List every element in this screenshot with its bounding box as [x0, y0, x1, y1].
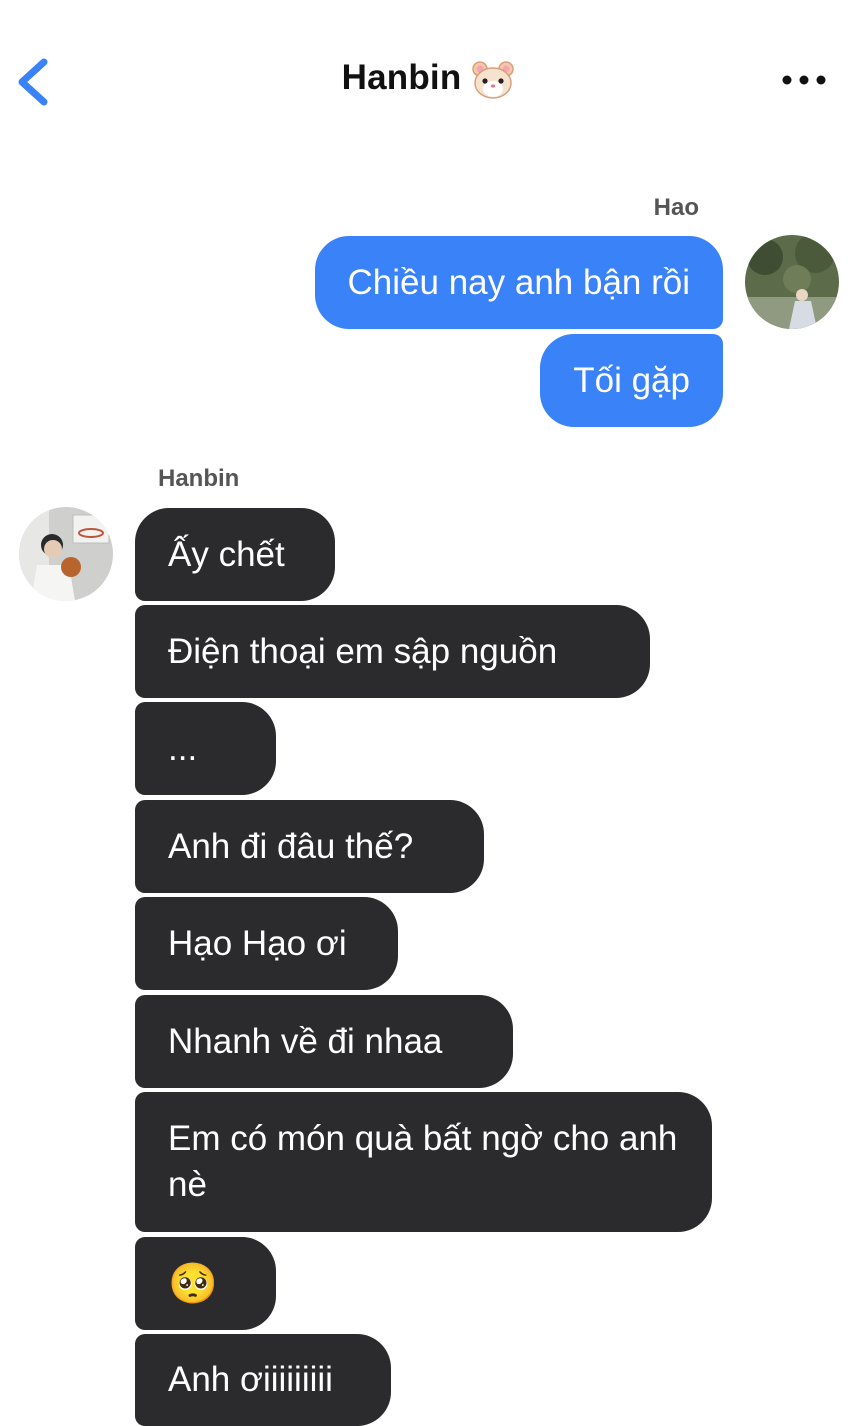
message-bubble-incoming[interactable]: Em có món quà bất ngờ cho anh nè: [135, 1092, 712, 1232]
message-text: 🥺: [168, 1261, 218, 1306]
more-options-button[interactable]: [781, 70, 827, 90]
message-text: Em có món quà bất ngờ cho anh nè: [168, 1119, 678, 1204]
message-bubble-incoming[interactable]: Ấy chết: [135, 508, 335, 601]
message-bubble-incoming[interactable]: Điện thoại em sập nguồn: [135, 605, 650, 698]
contact-name: Hanbin: [341, 58, 462, 97]
message-text: Anh đi đâu thế?: [168, 826, 414, 866]
message-text: ...: [168, 728, 198, 768]
message-bubble-incoming[interactable]: Nhanh về đi nhaa: [135, 995, 513, 1088]
sender-name-hao: Hao: [653, 194, 699, 221]
message-text: Anh ơiiiiiiiii: [168, 1360, 333, 1399]
message-text: Hạo Hạo ơi: [168, 923, 347, 963]
message-bubble-incoming[interactable]: 🥺: [135, 1237, 276, 1330]
avatar-hao[interactable]: [745, 235, 839, 329]
avatar-hao-photo: [745, 235, 839, 329]
message-text: Điện thoại em sập nguồn: [168, 631, 558, 671]
avatar-hanbin-photo: [19, 507, 113, 601]
chat-header: Hanbin: [0, 0, 857, 160]
message-bubble-outgoing[interactable]: Tối gặp: [540, 334, 723, 427]
message-bubble-incoming[interactable]: Hạo Hạo ơi: [135, 897, 398, 990]
message-text: Nhanh về đi nhaa: [168, 1021, 443, 1061]
message-text: Tối gặp: [573, 360, 690, 400]
message-text: Chiều nay anh bận rồi: [347, 262, 690, 302]
more-dots-icon: [782, 75, 826, 85]
chat-title[interactable]: Hanbin: [0, 58, 857, 100]
message-bubble-incoming[interactable]: Anh đi đâu thế?: [135, 800, 484, 893]
message-bubble-outgoing[interactable]: Chiều nay anh bận rồi: [314, 236, 723, 329]
message-bubble-incoming[interactable]: ...: [135, 702, 276, 795]
hamster-face-icon: [472, 61, 515, 99]
message-bubble-incoming[interactable]: Anh ơiiiiiiiii: [135, 1334, 391, 1426]
message-text: Ấy chết: [168, 534, 285, 574]
avatar-hanbin[interactable]: [19, 507, 113, 601]
sender-name-hanbin: Hanbin: [158, 465, 240, 492]
